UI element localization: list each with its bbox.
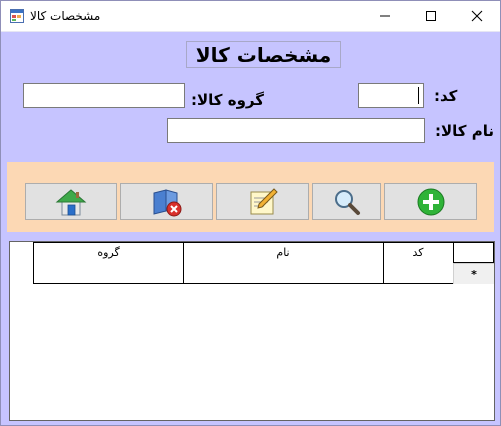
new-row-name-cell[interactable] (183, 262, 384, 284)
delete-button[interactable] (120, 183, 213, 220)
add-green-icon (417, 188, 444, 215)
new-row-code-cell[interactable] (383, 262, 454, 284)
maximize-button[interactable] (408, 1, 454, 31)
column-header-name[interactable]: نام (183, 242, 384, 263)
group-label: گروه کالا: (191, 91, 264, 109)
form-heading-text: مشخصات کالا (195, 42, 332, 67)
book-delete-icon (153, 188, 181, 216)
home-button[interactable] (25, 183, 117, 220)
group-input[interactable] (23, 83, 185, 108)
new-row-header[interactable]: * (453, 263, 494, 284)
form-heading: مشخصات کالا (186, 41, 341, 68)
title-bar[interactable]: مشخصات کالا (1, 1, 500, 32)
items-grid[interactable]: کد نام گروه * (9, 241, 495, 421)
code-input[interactable] (358, 83, 424, 108)
magnifier-icon (334, 189, 360, 215)
app-icon (10, 9, 24, 23)
search-button[interactable] (312, 183, 381, 220)
minimize-button[interactable] (362, 1, 408, 31)
add-button[interactable] (384, 183, 477, 220)
edit-note-icon (250, 187, 278, 214)
toolbar-panel (7, 162, 494, 232)
main-window: مشخصات کالا مشخصات کالا کد: گروه کالا: ن… (0, 0, 501, 426)
row-header-corner (453, 242, 494, 263)
name-input[interactable] (167, 118, 425, 143)
text-caret (418, 87, 419, 104)
close-icon (471, 10, 483, 22)
home-icon (55, 188, 87, 215)
new-row-group-cell[interactable] (33, 262, 184, 284)
window-title: مشخصات کالا (30, 9, 101, 23)
close-button[interactable] (454, 1, 500, 31)
code-label: کد: (434, 87, 458, 105)
minimize-icon (380, 15, 390, 17)
maximize-icon (426, 11, 436, 21)
column-header-group[interactable]: گروه (33, 242, 184, 263)
name-label: نام کالا: (435, 122, 495, 140)
edit-button[interactable] (216, 183, 309, 220)
column-header-code[interactable]: کد (383, 242, 454, 263)
